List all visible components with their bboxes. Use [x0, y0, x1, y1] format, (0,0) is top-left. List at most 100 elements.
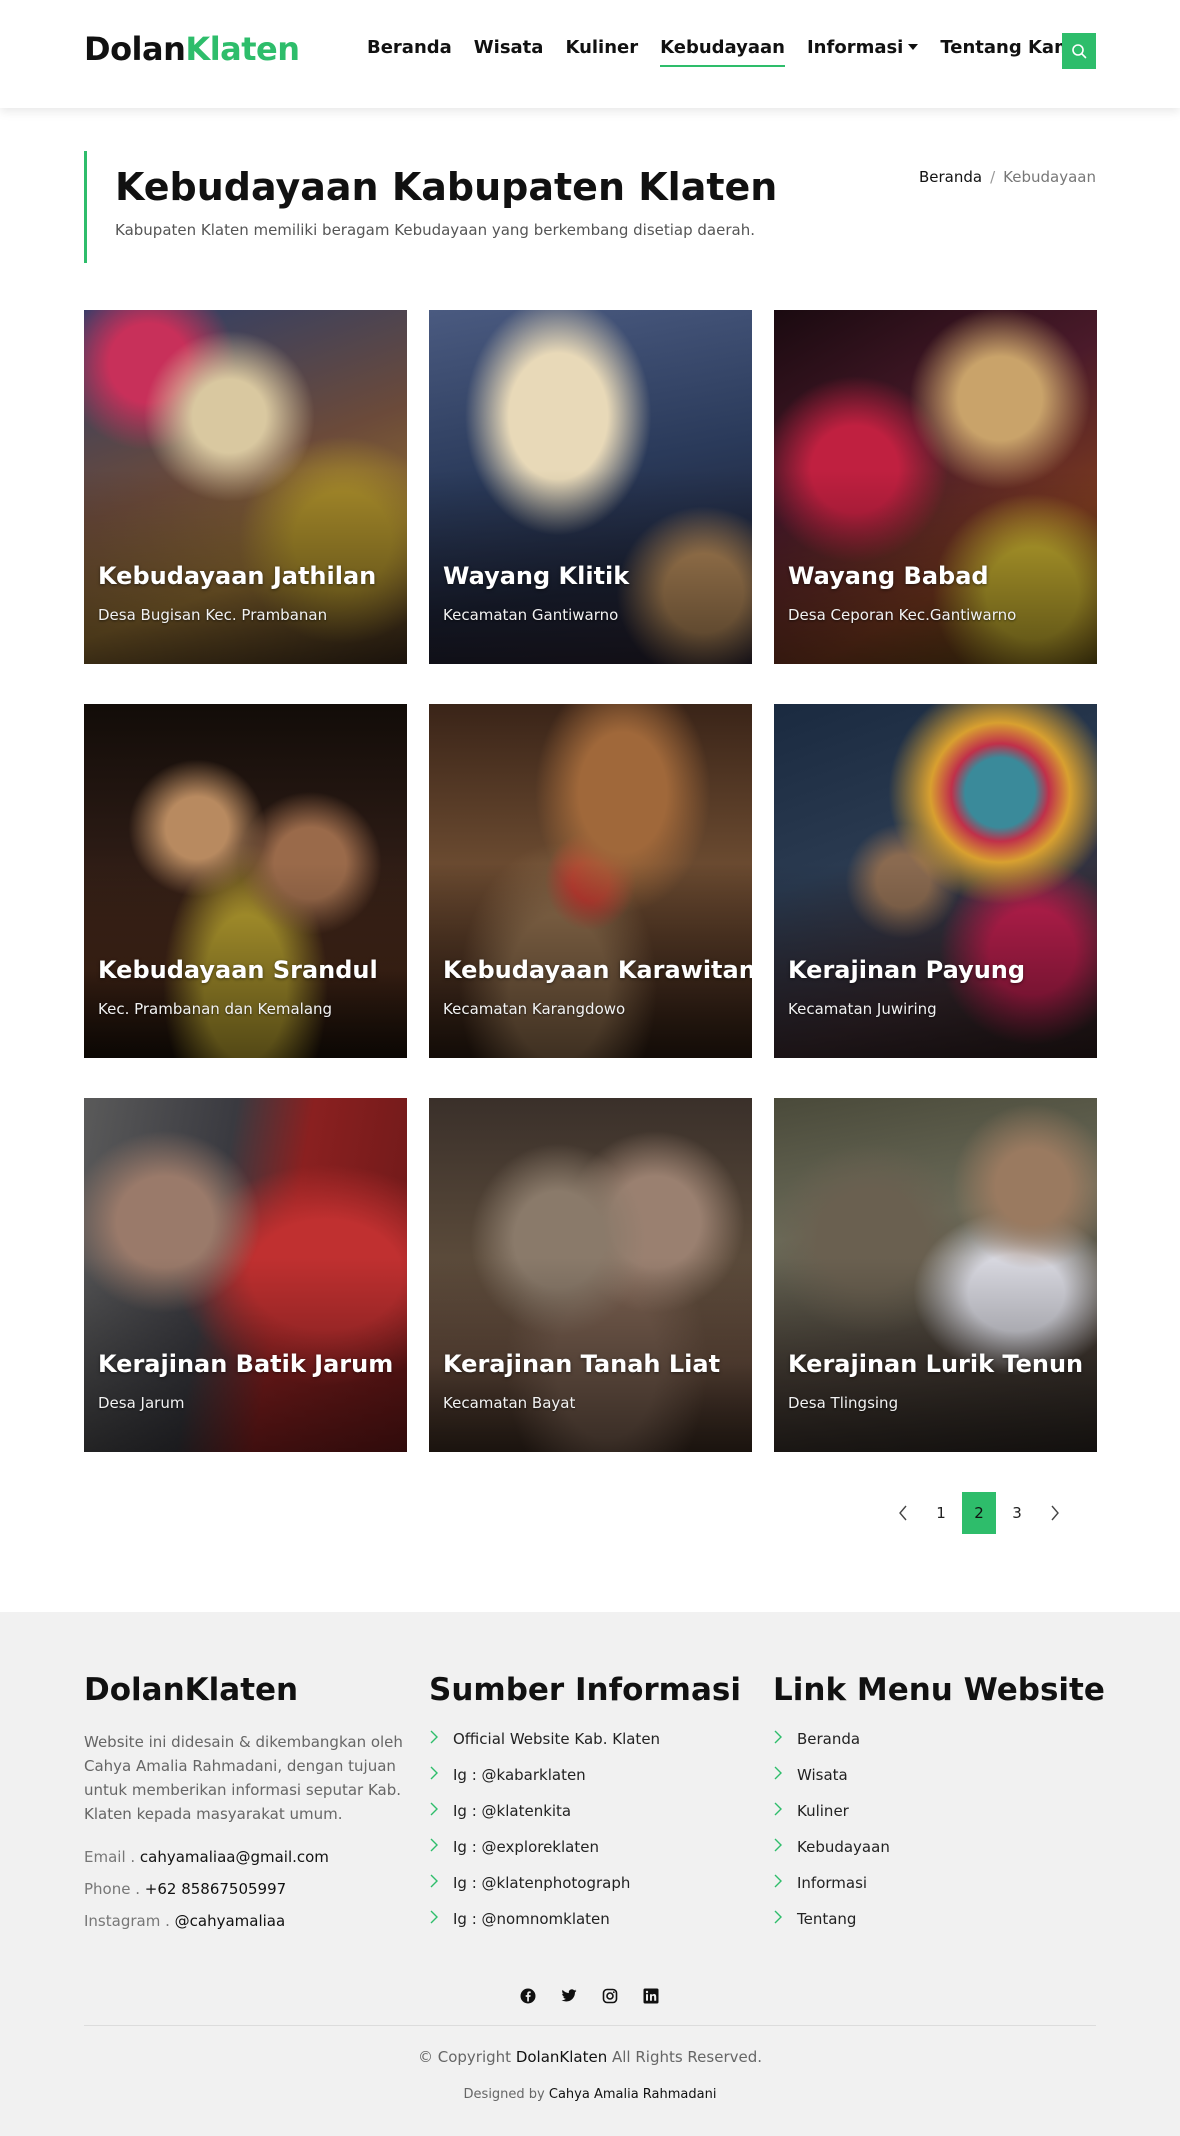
footer-links-title: Link Menu Website: [773, 1672, 1105, 1708]
nav-beranda[interactable]: Beranda: [356, 36, 463, 66]
footer-source-item[interactable]: Ig : @exploreklaten: [429, 1838, 741, 1874]
card-tanah-liat[interactable]: Kerajinan Tanah Liat Kecamatan Bayat: [429, 1098, 752, 1452]
card-title: Kerajinan Lurik Tenun: [788, 1350, 1084, 1378]
footer-source-label: Ig : @klatenkita: [453, 1802, 572, 1820]
footer-source-label: Ig : @kabarklaten: [453, 1766, 586, 1784]
copyright-post: All Rights Reserved.: [607, 2048, 763, 2066]
designer-name[interactable]: Cahya Amalia Rahmadani: [549, 2087, 717, 2102]
footer-link-item[interactable]: Informasi: [773, 1874, 1105, 1910]
footer-link-item[interactable]: Kuliner: [773, 1802, 1105, 1838]
card-location: Desa Tlingsing: [788, 1394, 899, 1412]
card-payung[interactable]: Kerajinan Payung Kecamatan Juwiring: [774, 704, 1097, 1058]
footer-source-label: Ig : @nomnomklaten: [453, 1910, 610, 1928]
pagination-page-1[interactable]: 1: [924, 1492, 958, 1534]
copyright-pre: © Copyright: [417, 2048, 516, 2066]
email-value[interactable]: cahyamaliaa@gmail.com: [140, 1848, 329, 1866]
culture-grid: Kebudayaan Jathilan Desa Bugisan Kec. Pr…: [84, 310, 1097, 1452]
card-title: Kebudayaan Srandul: [98, 956, 378, 984]
nav-wisata[interactable]: Wisata: [463, 36, 555, 66]
pagination-page-2[interactable]: 2: [962, 1492, 996, 1534]
footer-divider: [84, 2025, 1096, 2026]
chevron-right-icon: [773, 1874, 791, 1888]
phone-label: Phone .: [84, 1880, 145, 1898]
chevron-right-icon: [773, 1910, 791, 1924]
card-wayang-babad[interactable]: Wayang Babad Desa Ceporan Kec.Gantiwarno: [774, 310, 1097, 664]
footer-phone-row: Phone . +62 85867505997: [84, 1880, 404, 1912]
card-title: Wayang Babad: [788, 562, 989, 590]
footer-source-item[interactable]: Ig : @klatenkita: [429, 1802, 741, 1838]
nav-kuliner[interactable]: Kuliner: [554, 36, 649, 66]
card-title: Kerajinan Tanah Liat: [443, 1350, 721, 1378]
footer-link-label: Tentang: [797, 1910, 857, 1928]
site-logo[interactable]: DolanKlaten: [84, 30, 300, 68]
search-button[interactable]: [1062, 33, 1096, 69]
card-jathilan[interactable]: Kebudayaan Jathilan Desa Bugisan Kec. Pr…: [84, 310, 407, 664]
card-srandul[interactable]: Kebudayaan Srandul Kec. Prambanan dan Ke…: [84, 704, 407, 1058]
designed-pre: Designed by: [463, 2087, 549, 2102]
chevron-right-icon: [1051, 1505, 1059, 1521]
footer-instagram-row: Instagram . @cahyamaliaa: [84, 1912, 404, 1944]
email-label: Email .: [84, 1848, 140, 1866]
footer-link-item[interactable]: Kebudayaan: [773, 1838, 1105, 1874]
footer-source-label: Ig : @klatenphotograph: [453, 1874, 631, 1892]
main-nav: Beranda Wisata Kuliner Kebudayaan Inform…: [356, 36, 1090, 67]
breadcrumb-current: Kebudayaan: [1003, 168, 1096, 186]
card-wayang-klitik[interactable]: Wayang Klitik Kecamatan Gantiwarno: [429, 310, 752, 664]
instagram-icon[interactable]: [600, 1986, 620, 2006]
pagination-page-3[interactable]: 3: [1000, 1492, 1034, 1534]
nav-kebudayaan[interactable]: Kebudayaan: [649, 36, 796, 67]
nav-informasi-dropdown[interactable]: Informasi: [796, 36, 929, 66]
footer-link-item[interactable]: Beranda: [773, 1730, 1105, 1766]
footer-source-item[interactable]: Official Website Kab. Klaten: [429, 1730, 741, 1766]
instagram-value[interactable]: @cahyamaliaa: [175, 1912, 286, 1930]
social-links: [518, 1986, 661, 2006]
footer-source-item[interactable]: Ig : @klatenphotograph: [429, 1874, 741, 1910]
footer-source-item[interactable]: Ig : @nomnomklaten: [429, 1910, 741, 1946]
chevron-right-icon: [429, 1838, 447, 1852]
card-location: Desa Jarum: [98, 1394, 185, 1412]
footer-sources-title: Sumber Informasi: [429, 1672, 741, 1708]
card-title: Wayang Klitik: [443, 562, 630, 590]
pagination-prev[interactable]: [886, 1492, 920, 1534]
card-location: Kecamatan Bayat: [443, 1394, 576, 1412]
chevron-right-icon: [429, 1730, 447, 1744]
card-location: Kecamatan Juwiring: [788, 1000, 937, 1018]
card-location: Desa Ceporan Kec.Gantiwarno: [788, 606, 1017, 624]
phone-value[interactable]: +62 85867505997: [145, 1880, 286, 1898]
linkedin-icon[interactable]: [641, 1986, 661, 2006]
card-location: Kec. Prambanan dan Kemalang: [98, 1000, 333, 1018]
site-header: DolanKlaten Beranda Wisata Kuliner Kebud…: [0, 0, 1180, 108]
card-lurik-tenun[interactable]: Kerajinan Lurik Tenun Desa Tlingsing: [774, 1098, 1097, 1452]
footer-email-row: Email . cahyamaliaa@gmail.com: [84, 1848, 404, 1880]
card-location: Desa Bugisan Kec. Prambanan: [98, 606, 328, 624]
card-batik-jarum[interactable]: Kerajinan Batik Jarum Desa Jarum: [84, 1098, 407, 1452]
footer-about-title: DolanKlaten: [84, 1672, 299, 1708]
card-title: Kerajinan Payung: [788, 956, 1026, 984]
footer-link-item[interactable]: Tentang: [773, 1910, 1105, 1946]
footer-about: DolanKlaten Website ini didesain & dikem…: [84, 1672, 404, 1944]
card-karawitan[interactable]: Kebudayaan Karawitan Kecamatan Karangdow…: [429, 704, 752, 1058]
footer-link-label: Beranda: [797, 1730, 861, 1748]
chevron-right-icon: [773, 1838, 791, 1852]
footer-about-text: Website ini didesain & dikembangkan oleh…: [84, 1733, 403, 1823]
footer-source-label: Official Website Kab. Klaten: [453, 1730, 661, 1748]
page-subtitle: Kabupaten Klaten memiliki beragam Kebuda…: [115, 221, 755, 239]
logo-dolan: Dolan: [84, 30, 186, 68]
breadcrumb-home[interactable]: Beranda: [919, 168, 982, 186]
footer-link-label: Wisata: [797, 1766, 848, 1784]
footer-contact: Email . cahyamaliaa@gmail.com Phone . +6…: [84, 1848, 404, 1944]
copyright: © Copyright DolanKlaten All Rights Reser…: [0, 2048, 1180, 2066]
twitter-icon[interactable]: [559, 1986, 579, 2006]
footer-link-item[interactable]: Wisata: [773, 1766, 1105, 1802]
card-location: Kecamatan Karangdowo: [443, 1000, 626, 1018]
pagination: 1 2 3: [886, 1492, 1072, 1534]
facebook-icon[interactable]: [518, 1986, 538, 2006]
footer-source-item[interactable]: Ig : @kabarklaten: [429, 1766, 741, 1802]
designed-by: Designed by Cahya Amalia Rahmadani: [0, 2087, 1180, 2102]
footer-links-list: Beranda Wisata Kuliner Kebudayaan Inform…: [773, 1730, 1105, 1946]
pagination-next[interactable]: [1038, 1492, 1072, 1534]
logo-klaten: Klaten: [185, 30, 300, 68]
chevron-right-icon: [773, 1802, 791, 1816]
chevron-right-icon: [773, 1766, 791, 1780]
page-title-block: Kebudayaan Kabupaten Klaten Kabupaten Kl…: [84, 151, 777, 263]
